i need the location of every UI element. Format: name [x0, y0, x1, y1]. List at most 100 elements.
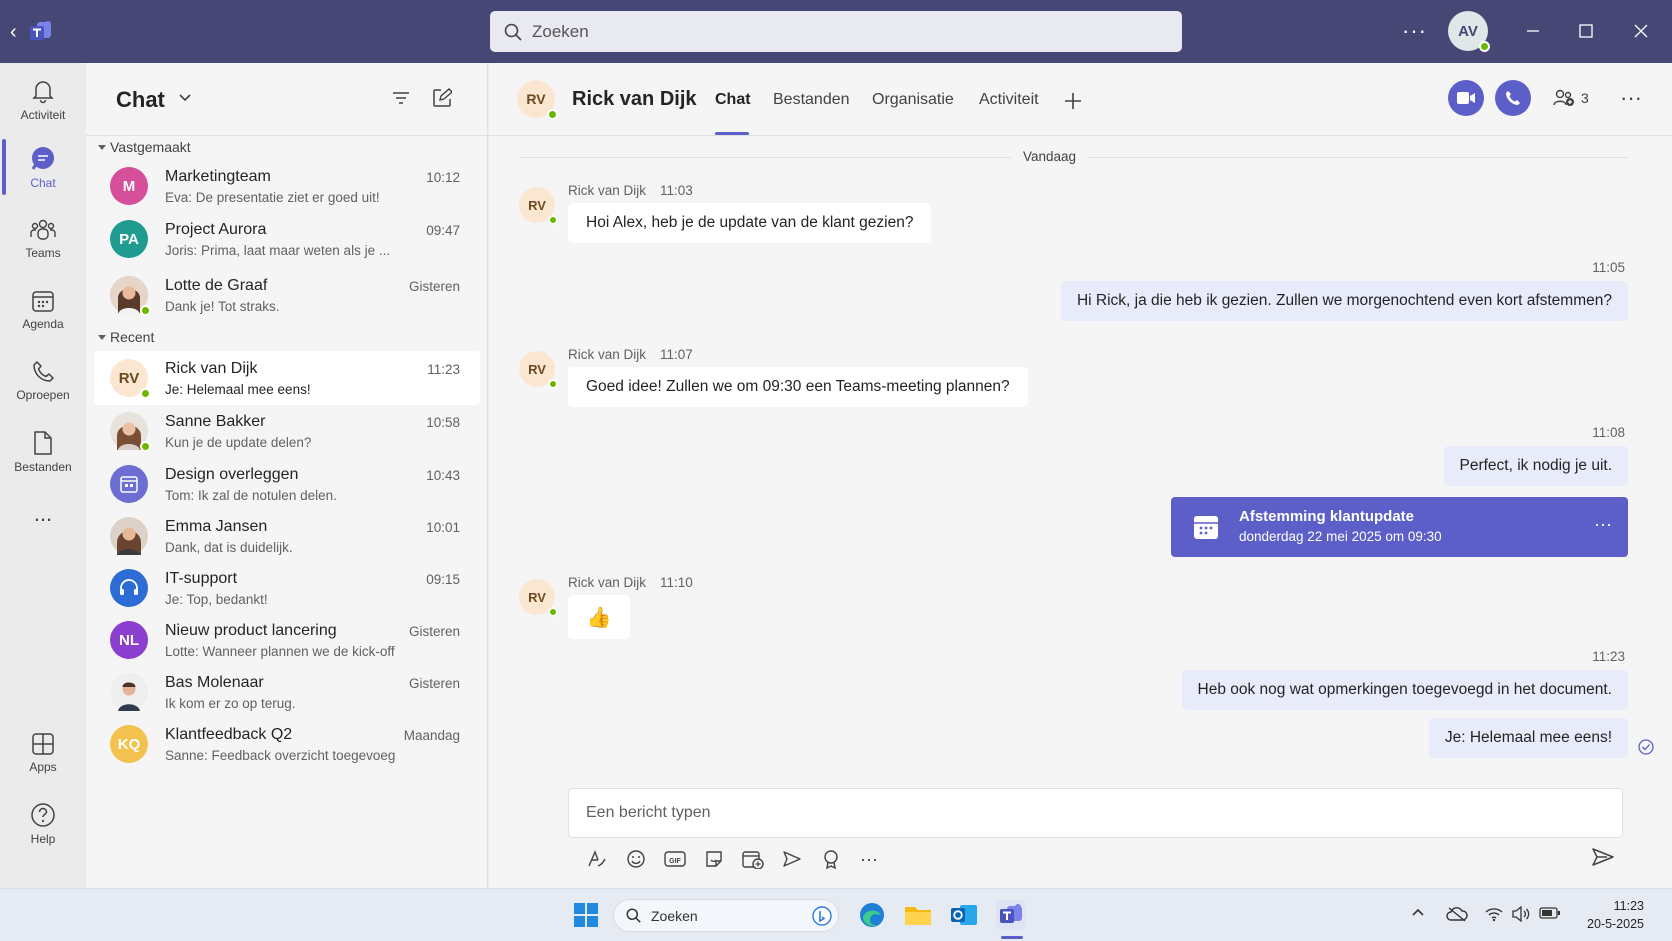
chat-list-title[interactable]: Chat: [116, 87, 165, 113]
message-time: 11:08: [1592, 425, 1625, 440]
sticker-icon[interactable]: [702, 847, 726, 871]
message-bubble-outgoing[interactable]: Je: Helemaal mee eens!: [1428, 718, 1628, 758]
more-icon: ...: [33, 501, 53, 526]
send-button[interactable]: [1592, 847, 1614, 872]
presence-available-icon: [140, 441, 151, 452]
gif-icon[interactable]: GIF: [663, 847, 687, 871]
tab-files[interactable]: Bestanden: [773, 91, 850, 109]
avatar[interactable]: RV: [519, 351, 558, 389]
maximize-icon[interactable]: [1573, 18, 1599, 44]
search-icon: [504, 23, 522, 41]
rail-more-button[interactable]: ...: [0, 494, 86, 534]
file-explorer-icon[interactable]: [903, 900, 933, 930]
chat-time: Gisteren: [408, 676, 460, 691]
schedule-meeting-icon[interactable]: [741, 847, 765, 871]
chevron-down-icon[interactable]: [178, 93, 192, 103]
new-chat-icon[interactable]: [432, 88, 452, 108]
rail-item-chat[interactable]: Chat: [0, 135, 86, 201]
chat-preview: Dank je! Tot straks.: [165, 299, 280, 314]
chat-item-sanne-bakker[interactable]: Sanne Bakker Kun je de update delen? 10:…: [94, 404, 480, 458]
chat-item-design-overleggen[interactable]: Design overleggen Tom: Ik zal de notulen…: [94, 457, 480, 511]
loop-send-icon[interactable]: [780, 847, 804, 871]
avatar[interactable]: RV: [517, 80, 558, 120]
avatar[interactable]: RV: [519, 187, 558, 225]
chat-time: Maandag: [403, 728, 460, 743]
rail-item-agenda[interactable]: Agenda: [0, 277, 86, 343]
message-bubble-outgoing[interactable]: Heb ook nog wat opmerkingen toegevoegd i…: [1181, 670, 1628, 710]
wifi-icon[interactable]: [1485, 906, 1503, 922]
avatar[interactable]: RV: [519, 579, 558, 617]
chat-time: 09:15: [426, 572, 460, 587]
presence-available-icon: [547, 109, 558, 120]
tab-chat[interactable]: Chat: [715, 91, 751, 109]
avatar: PA: [110, 220, 148, 258]
chat-item-klantfeedback-q2[interactable]: KQ Klantfeedback Q2 Sanne: Feedback over…: [94, 717, 480, 771]
filter-icon[interactable]: [392, 90, 410, 106]
message-bubble-outgoing[interactable]: Hi Rick, ja die heb ik gezien. Zullen we…: [1060, 281, 1628, 321]
message-time: 11:05: [1592, 260, 1625, 275]
teams-icon: [30, 219, 56, 240]
more-options-icon[interactable]: ···: [1620, 85, 1642, 111]
chat-item-emma-jansen[interactable]: Emma Jansen Dank, dat is duidelijk. 10:0…: [94, 509, 480, 563]
chat-item-lotte-de-graaf[interactable]: Lotte de Graaf Dank je! Tot straks. Gist…: [94, 268, 480, 322]
participants-button[interactable]: 3: [1553, 89, 1589, 107]
add-tab-icon[interactable]: [1064, 92, 1082, 110]
chat-item-bas-molenaar[interactable]: Bas Molenaar Ik kom er zo op terug. Gist…: [94, 665, 480, 719]
avatar: [110, 569, 148, 607]
more-options-icon[interactable]: ···: [857, 847, 881, 871]
teams-taskbar-icon[interactable]: [996, 900, 1026, 930]
battery-icon[interactable]: [1539, 906, 1561, 920]
active-tab-indicator: [715, 132, 749, 135]
chat-item-nieuw-product-lancering[interactable]: NL Nieuw product lancering Lotte: Wannee…: [94, 613, 480, 667]
volume-icon[interactable]: [1511, 906, 1531, 922]
close-icon[interactable]: [1628, 18, 1654, 44]
onedrive-offline-icon[interactable]: [1446, 906, 1468, 922]
rail-item-calls[interactable]: Oproepen: [0, 348, 86, 414]
chevron-up-icon[interactable]: [1411, 906, 1425, 918]
rail-item-help[interactable]: Help: [0, 791, 86, 857]
rail-item-apps[interactable]: Apps: [0, 720, 86, 786]
tab-activity[interactable]: Activiteit: [979, 91, 1039, 109]
video-call-button[interactable]: [1448, 80, 1484, 116]
system-clock[interactable]: 11:23 20-5-2025: [1578, 897, 1644, 933]
rail-item-activity[interactable]: Activiteit: [0, 67, 86, 133]
outlook-icon[interactable]: [949, 900, 979, 930]
tab-organization[interactable]: Organisatie: [872, 91, 954, 109]
calendar-icon: [1194, 516, 1218, 539]
meeting-card[interactable]: Afstemming klantupdate donderdag 22 mei …: [1171, 497, 1628, 557]
message-bubble-incoming[interactable]: 👍: [568, 595, 630, 639]
message-bubble-outgoing[interactable]: Perfect, ik nodig je uit.: [1443, 446, 1628, 486]
section-recent[interactable]: Recent: [98, 329, 154, 345]
emoji-icon[interactable]: [624, 847, 648, 871]
message-input[interactable]: [586, 804, 1605, 822]
message-time: 11:07: [660, 347, 693, 362]
chat-name: Klantfeedback Q2: [165, 726, 293, 743]
message-bubble-incoming[interactable]: Goed idee! Zullen we om 09:30 een Teams-…: [568, 367, 1028, 407]
audio-call-button[interactable]: [1495, 80, 1531, 116]
message-compose-box[interactable]: [568, 788, 1623, 838]
taskbar-search[interactable]: Zoeken: [613, 899, 839, 932]
rail-item-files[interactable]: Bestanden: [0, 419, 86, 485]
more-options-icon[interactable]: ···: [1402, 18, 1427, 44]
search-bar[interactable]: [490, 11, 1182, 52]
section-pinned[interactable]: Vastgemaakt: [98, 139, 191, 155]
format-icon[interactable]: [585, 847, 609, 871]
edge-browser-icon[interactable]: [857, 900, 887, 930]
more-options-icon[interactable]: ···: [1594, 514, 1612, 535]
chat-item-it-support[interactable]: IT-support Je: Top, bedankt! 09:15: [94, 561, 480, 615]
message-bubble-incoming[interactable]: Hoi Alex, heb je de update van de klant …: [568, 203, 932, 243]
chat-item-rick-van-dijk[interactable]: RV Rick van Dijk Je: Helemaal mee eens! …: [94, 351, 480, 405]
windows-start-icon[interactable]: [571, 900, 601, 930]
search-input[interactable]: [532, 21, 1132, 42]
user-initials: AV: [1458, 22, 1478, 40]
praise-icon[interactable]: [819, 847, 843, 871]
user-avatar[interactable]: AV: [1448, 11, 1490, 52]
clock-date: 20-5-2025: [1587, 917, 1644, 931]
rail-label: Agenda: [22, 317, 64, 331]
back-icon[interactable]: ‹: [10, 22, 17, 42]
chat-item-marketingteam[interactable]: M Marketingteam Eva: De presentatie ziet…: [94, 159, 480, 213]
minimize-icon[interactable]: [1520, 18, 1546, 44]
chat-item-project-aurora[interactable]: PA Project Aurora Joris: Prima, laat maa…: [94, 212, 480, 266]
rail-item-teams[interactable]: Teams: [0, 206, 86, 272]
chat-preview: Eva: De presentatie ziet er goed uit!: [165, 190, 380, 205]
